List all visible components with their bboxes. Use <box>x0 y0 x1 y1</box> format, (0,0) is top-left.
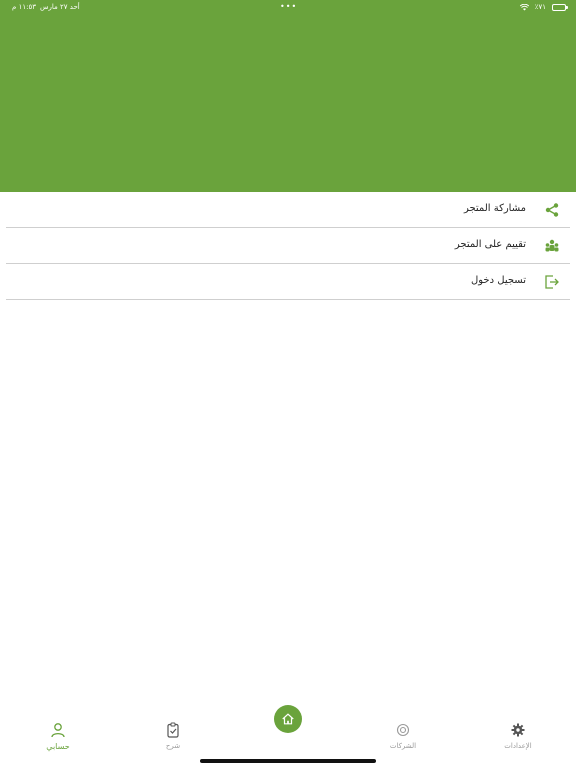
menu-item-label: تقييم على المتجر <box>454 239 526 250</box>
share-icon <box>545 203 559 217</box>
tab-settings[interactable]: الإعدادات <box>478 722 558 750</box>
profile-header <box>0 16 576 192</box>
bottom-tab-bar: حسابي شرح الشركات الإعدادات <box>0 700 576 768</box>
gear-icon <box>511 723 525 737</box>
status-bar: ١١:٥٣ م أحد ٢٧ مارس ••• ٧١٪ <box>0 0 576 16</box>
tab-label: شرح <box>165 742 181 750</box>
menu-item-login[interactable]: تسجيل دخول <box>6 264 570 300</box>
status-left: ١١:٥٣ م أحد ٢٧ مارس <box>12 3 80 11</box>
target-icon <box>396 723 410 737</box>
menu-item-rate-store[interactable]: تقييم على المتجر <box>6 228 570 264</box>
person-icon <box>51 723 65 738</box>
tab-orders[interactable]: شرح <box>133 722 213 750</box>
status-right: ٧١٪ <box>519 3 568 11</box>
home-icon <box>282 713 294 725</box>
login-icon <box>545 275 559 289</box>
wifi-icon <box>519 3 529 10</box>
menu-item-label: تسجيل دخول <box>471 275 526 286</box>
battery-percent: ٧١٪ <box>534 3 546 11</box>
battery-icon <box>552 3 568 11</box>
menu-item-share-store[interactable]: مشاركة المتجر <box>6 192 570 228</box>
tab-account[interactable]: حسابي <box>18 722 98 751</box>
status-time: ١١:٥٣ م <box>12 3 36 11</box>
tab-label: الشركات <box>389 742 417 750</box>
tab-label: حسابي <box>46 742 70 751</box>
multitask-dots[interactable]: ••• <box>280 2 297 11</box>
clipboard-check-icon <box>167 722 179 738</box>
group-icon <box>545 239 559 252</box>
account-menu: مشاركة المتجر تقييم على المتجر تسجيل دخو… <box>6 192 570 300</box>
menu-item-label: مشاركة المتجر <box>463 203 526 214</box>
tab-label: الإعدادات <box>504 742 532 750</box>
home-button[interactable] <box>274 705 302 733</box>
home-indicator <box>200 759 376 763</box>
tab-companies[interactable]: الشركات <box>363 722 443 750</box>
status-date: أحد ٢٧ مارس <box>39 3 80 11</box>
